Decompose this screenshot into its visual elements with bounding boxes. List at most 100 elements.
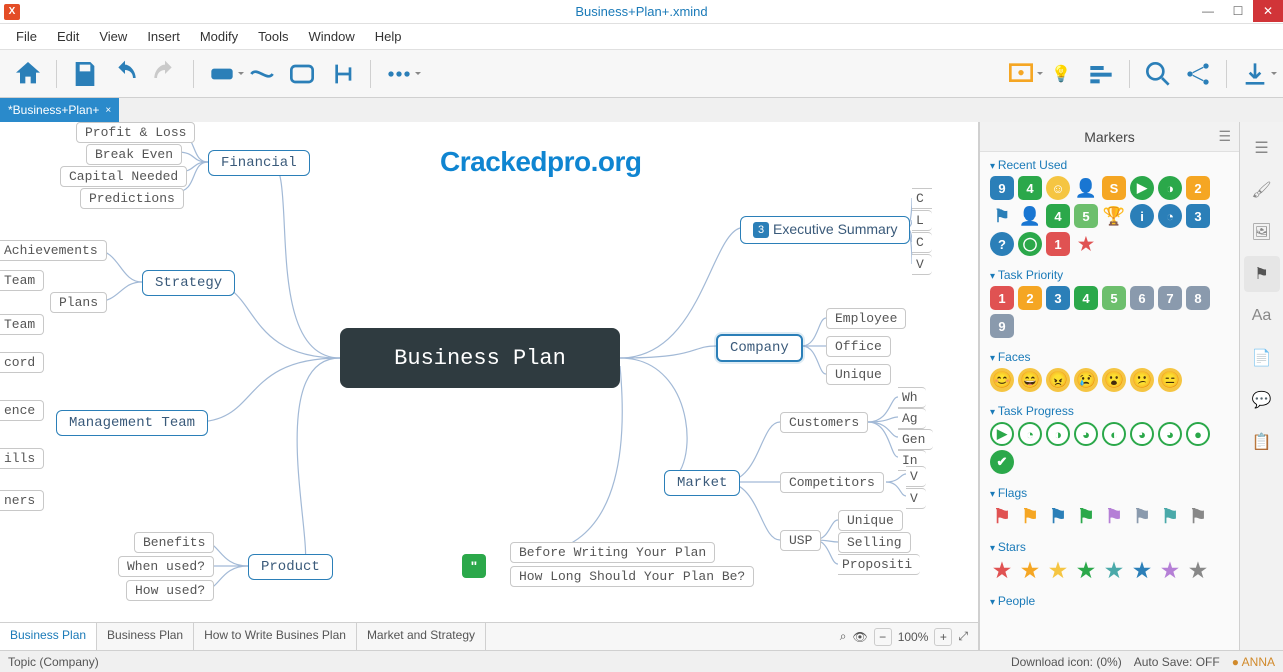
leaf-comp-v1[interactable]: V [906,466,926,487]
leaf-when-used[interactable]: When used? [118,556,214,577]
leaf-exec-l[interactable]: L [912,210,932,231]
leaf-benefits[interactable]: Benefits [134,532,214,553]
idea-icon[interactable]: 💡 [1045,58,1077,90]
leaf-cust-wh[interactable]: Wh [898,387,926,408]
flag-marker[interactable]: ⚑ [990,504,1014,528]
marker-item[interactable]: 6 [1130,286,1154,310]
sheet-tab-3[interactable]: How to Write Busines Plan [194,623,357,650]
leaf-customers[interactable]: Customers [780,412,868,433]
marker-item[interactable]: ◔ [1158,204,1182,228]
boundary-icon[interactable] [286,58,318,90]
leaf-comp-v2[interactable]: V [906,488,926,509]
section-title-priority[interactable]: Task Priority [990,268,1229,282]
marker-item[interactable]: i [1130,204,1154,228]
marker-item[interactable]: 4 [1046,204,1070,228]
marker-item[interactable]: 5 [1102,286,1126,310]
marker-item[interactable]: ? [990,232,1014,256]
face-marker[interactable]: 😠 [1046,368,1070,392]
face-marker[interactable]: 😢 [1074,368,1098,392]
star-marker[interactable]: ★ [990,558,1014,582]
home-icon[interactable] [12,58,44,90]
gantt-icon[interactable] [1085,58,1117,90]
menu-edit[interactable]: Edit [47,26,89,47]
zoom-out-button[interactable]: − [874,628,892,646]
leaf-usp[interactable]: USP [780,530,821,551]
leaf-office[interactable]: Office [826,336,891,357]
marker-item[interactable]: S [1102,176,1126,200]
leaf-plans[interactable]: Plans [50,292,107,313]
node-management[interactable]: Management Team [56,410,208,436]
topic-icon[interactable] [206,58,238,90]
menu-window[interactable]: Window [298,26,364,47]
star-marker[interactable]: ★ [1074,558,1098,582]
leaf-cord[interactable]: cord [0,352,44,373]
central-topic[interactable]: Business Plan [340,328,620,388]
close-tab-icon[interactable]: × [105,105,111,116]
section-title-flags[interactable]: Flags [990,486,1229,500]
leaf-ills[interactable]: ills [0,448,44,469]
marker-item[interactable]: 👤 [1074,176,1098,200]
leaf-competitors[interactable]: Competitors [780,472,884,493]
leaf-usp-unique[interactable]: Unique [838,510,903,531]
leaf-cust-gen[interactable]: Gen [898,429,933,450]
marker-item[interactable]: ◑ [1158,176,1182,200]
flag-marker[interactable]: ⚑ [1130,504,1154,528]
format-icon[interactable]: 🖌 [1244,172,1280,208]
flag-marker[interactable]: ⚑ [1158,504,1182,528]
marker-item[interactable]: 🏆 [1102,204,1126,228]
progress-marker[interactable]: ◕ [1130,422,1154,446]
leaf-usp-selling[interactable]: Selling [838,532,911,553]
close-button[interactable]: ✕ [1253,0,1283,22]
menu-file[interactable]: File [6,26,47,47]
menu-tools[interactable]: Tools [248,26,298,47]
marker-item[interactable]: ▶ [1130,176,1154,200]
menu-modify[interactable]: Modify [190,26,248,47]
node-market[interactable]: Market [664,470,740,496]
leaf-team2[interactable]: Team [0,314,44,335]
leaf-ners[interactable]: ners [0,490,44,511]
star-marker[interactable]: ★ [1130,558,1154,582]
face-marker[interactable]: 😮 [1102,368,1126,392]
relationship-icon[interactable] [246,58,278,90]
marker-item[interactable]: 7 [1158,286,1182,310]
progress-marker[interactable]: ▶ [990,422,1014,446]
leaf-ence[interactable]: ence [0,400,44,421]
comments-icon[interactable]: 💬 [1244,382,1280,418]
marker-item[interactable]: 4 [1018,176,1042,200]
presentation-icon[interactable] [1005,58,1037,90]
markers-rail-icon[interactable]: ⚑ [1244,256,1280,292]
search-icon[interactable] [1142,58,1174,90]
redo-icon[interactable] [149,58,181,90]
progress-marker[interactable]: ◕ [1158,422,1182,446]
leaf-break-even[interactable]: Break Even [86,144,182,165]
flag-marker[interactable]: ⚑ [1018,504,1042,528]
leaf-predictions[interactable]: Predictions [80,188,184,209]
progress-marker[interactable]: ◔ [1018,422,1042,446]
leaf-achievements[interactable]: Achievements [0,240,107,261]
progress-marker[interactable]: ● [1186,422,1210,446]
marker-item[interactable]: 1 [990,286,1014,310]
marker-item[interactable]: 9 [990,314,1014,338]
section-title-recent[interactable]: Recent Used [990,158,1229,172]
notes-icon[interactable]: 📄 [1244,340,1280,376]
section-title-faces[interactable]: Faces [990,350,1229,364]
sheet-tab-2[interactable]: Business Plan [97,623,194,650]
maximize-button[interactable]: ☐ [1223,0,1253,22]
star-marker[interactable]: ★ [1046,558,1070,582]
section-title-people[interactable]: People [990,594,1229,608]
image-icon[interactable]: 🖼 [1244,214,1280,250]
face-marker[interactable]: 😄 [1018,368,1042,392]
undo-icon[interactable] [109,58,141,90]
flag-marker[interactable]: ⚑ [1102,504,1126,528]
marker-item[interactable]: 4 [1074,286,1098,310]
marker-item[interactable]: 9 [990,176,1014,200]
star-marker[interactable]: ★ [1102,558,1126,582]
filter-icon[interactable]: ⌕ [840,629,847,644]
panel-menu-icon[interactable]: ☰ [1218,128,1231,145]
zoom-in-button[interactable]: + [934,628,952,646]
face-marker[interactable]: 😊 [990,368,1014,392]
leaf-note-before[interactable]: Before Writing Your Plan [510,542,715,563]
flag-marker[interactable]: ⚑ [1074,504,1098,528]
quote-icon[interactable]: " [462,554,486,578]
leaf-unique[interactable]: Unique [826,364,891,385]
